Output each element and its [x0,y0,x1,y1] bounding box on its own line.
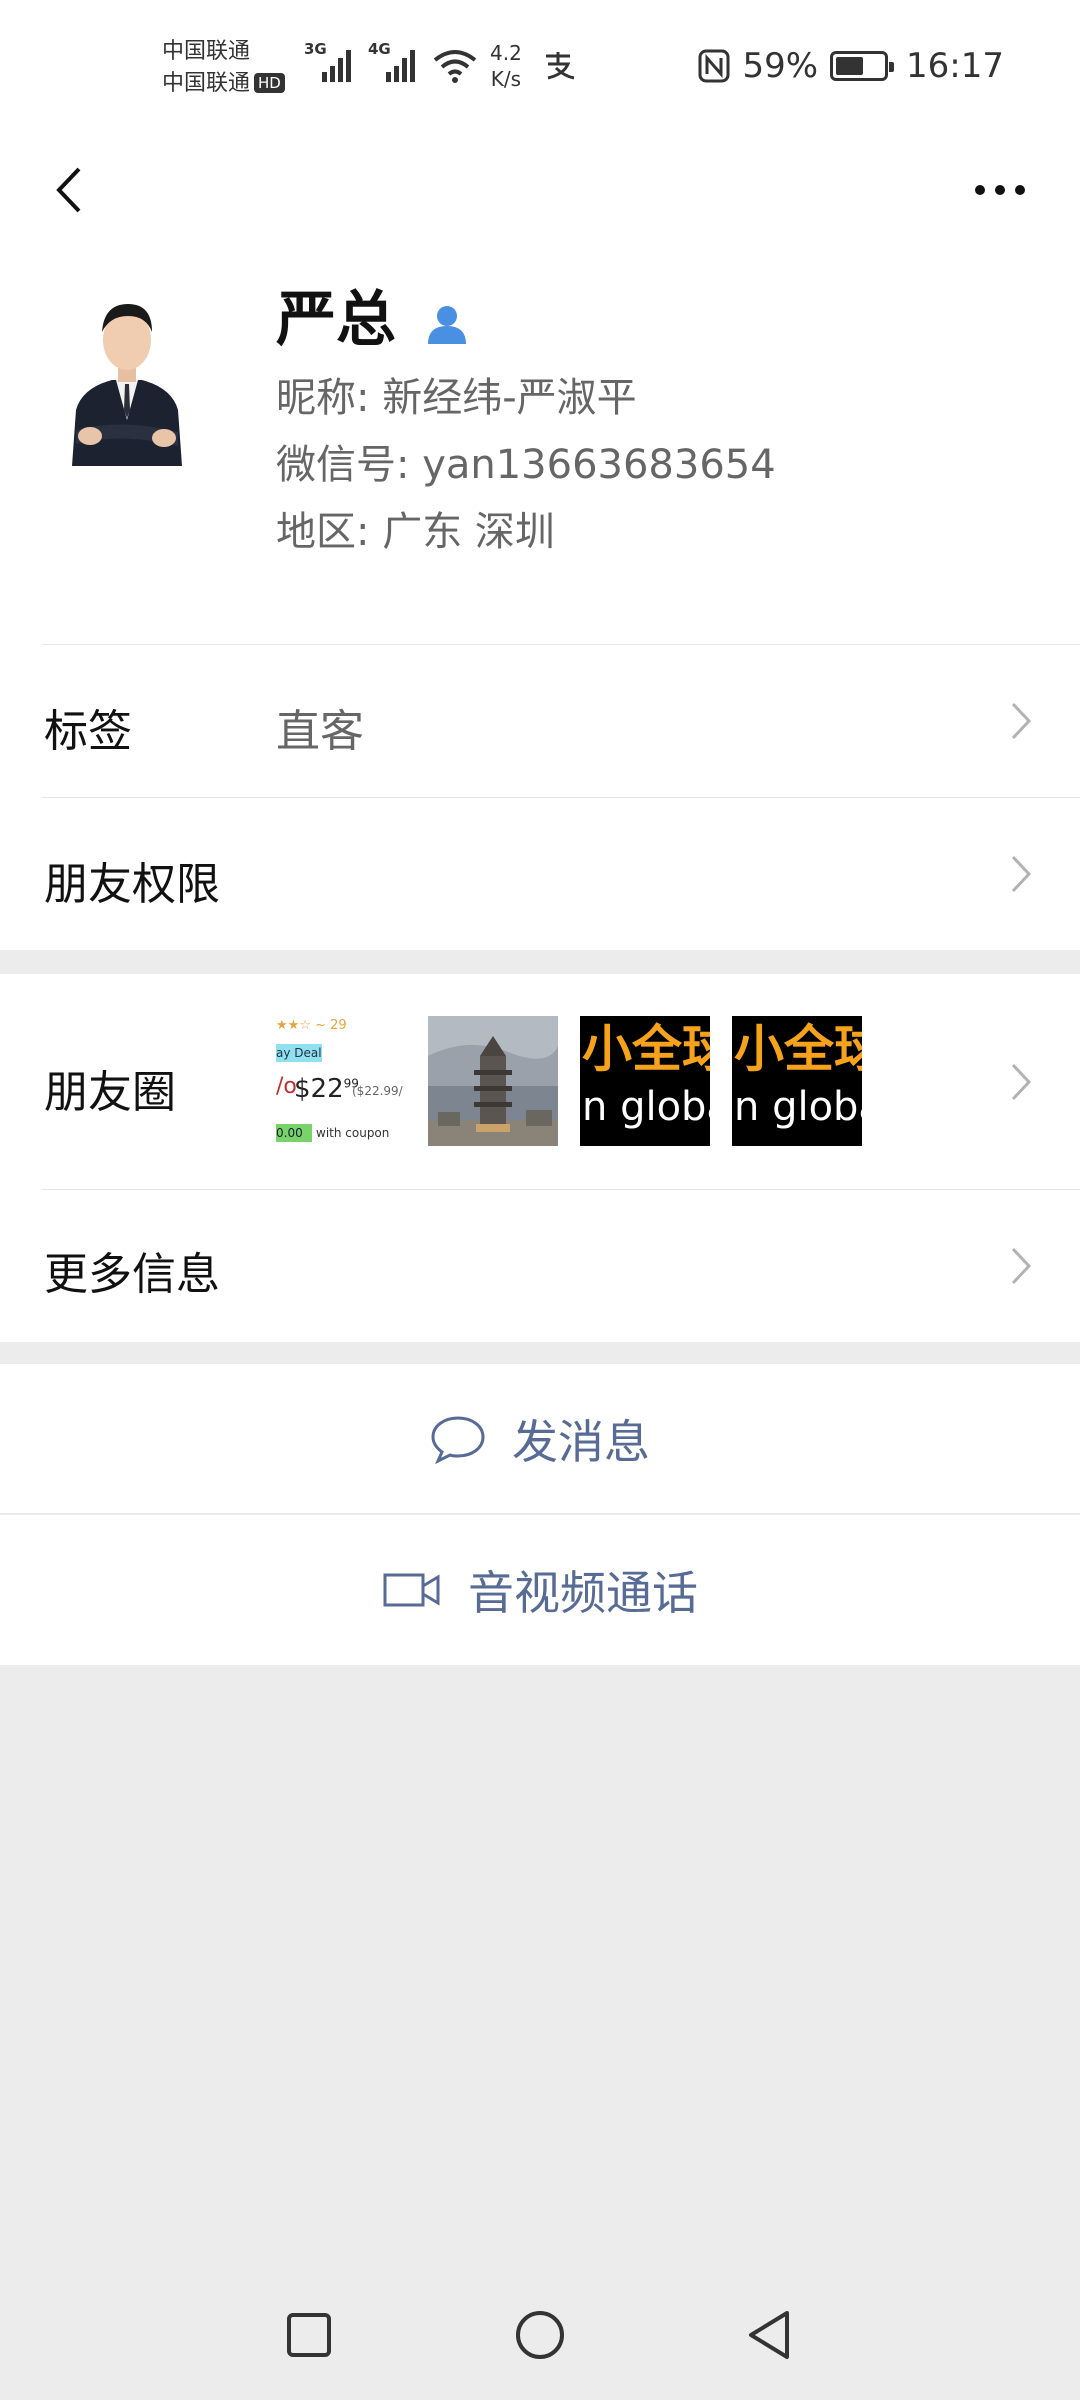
wechat-id-text: 微信号: yan13663683654 [276,442,776,488]
send-message-label: 发消息 [512,1415,650,1469]
moment-thumb-global-1: 小全球 n globa [580,1016,710,1146]
person-icon [428,306,466,344]
chat-bubble-icon [431,1416,485,1464]
region-text: 地区: 广东 深圳 [276,509,555,555]
moment-thumb-pagoda [428,1016,558,1146]
chevron-right-icon [1011,855,1032,893]
recent-apps-button[interactable] [274,2300,344,2370]
tags-row[interactable]: 标签 直客 [0,645,1080,798]
system-nav-bar [0,2270,1080,2400]
home-button[interactable] [505,2300,575,2370]
net-speed: 4.2 K/s [490,41,522,91]
video-camera-icon [383,1573,440,1607]
hd-badge: HD [254,73,285,93]
signal-3g-icon: 3G [304,40,360,88]
moment-thumb-deal: ★★☆ ~ 29 ay Deal /o $2299 ($22.99/ 0.00 … [276,1016,406,1146]
back-arrow-icon [56,167,81,213]
nav-bar [0,140,1080,240]
chevron-right-icon [1011,1247,1032,1285]
profile-header: 严总 昵称: 新经纬-严淑平 微信号: yan13663683654 地区: 广… [0,240,1080,645]
tags-label: 标签 [44,706,132,757]
send-message-button[interactable]: 发消息 [0,1364,1080,1514]
carrier-1: 中国联通 [162,39,251,64]
battery-icon [830,51,895,81]
moments-row[interactable]: 朋友圈 ★★☆ ~ 29 ay Deal /o $2299 ($22.99/ 0… [0,974,1080,1190]
wifi-icon [432,48,478,88]
moments-thumbnails: ★★☆ ~ 29 ay Deal /o $2299 ($22.99/ 0.00 … [276,1016,862,1146]
name-row: 严总 [276,284,468,356]
circle-icon [516,2311,564,2359]
carrier-2: 中国联通 [162,71,251,96]
more-dot-icon [995,185,1005,195]
chevron-right-icon [1011,1063,1032,1101]
more-info-row[interactable]: 更多信息 [0,1190,1080,1342]
more-options-button[interactable] [960,160,1040,220]
more-info-label: 更多信息 [44,1249,220,1300]
divider [0,1513,1080,1514]
status-right: 59% 16:17 [698,46,1004,86]
clock: 16:17 [906,46,1004,86]
nfc-icon [698,49,730,83]
moment-thumb-global-2: 小全球 n globa [732,1016,862,1146]
avatar-photo [62,280,192,466]
friend-permissions-row[interactable]: 朋友权限 [0,798,1080,950]
video-call-label: 音视频通话 [468,1566,698,1620]
square-icon [287,2313,331,2357]
status-bar: 中国联通 中国联通 HD 3G 4G 4.2 K/s 59% 16:17 [0,0,1080,140]
more-dot-icon [1015,185,1025,195]
moments-label: 朋友圈 [44,1067,176,1118]
battery-percent: 59% [742,46,819,86]
chevron-right-icon [1011,702,1032,740]
alipay-icon [542,50,576,84]
triangle-back-icon [749,2311,789,2359]
friend-permissions-label: 朋友权限 [44,859,220,910]
back-nav-button[interactable] [734,2300,804,2370]
video-call-button[interactable]: 音视频通话 [0,1515,1080,1665]
tags-value: 直客 [276,706,364,757]
signal-4g-icon: 4G [368,40,424,88]
nickname-text: 昵称: 新经纬-严淑平 [276,375,637,421]
back-button[interactable] [28,150,108,230]
avatar[interactable] [62,280,192,466]
more-dot-icon [975,185,985,195]
contact-name: 严总 [276,285,396,355]
carrier-info: 中国联通 中国联通 HD [162,36,285,100]
